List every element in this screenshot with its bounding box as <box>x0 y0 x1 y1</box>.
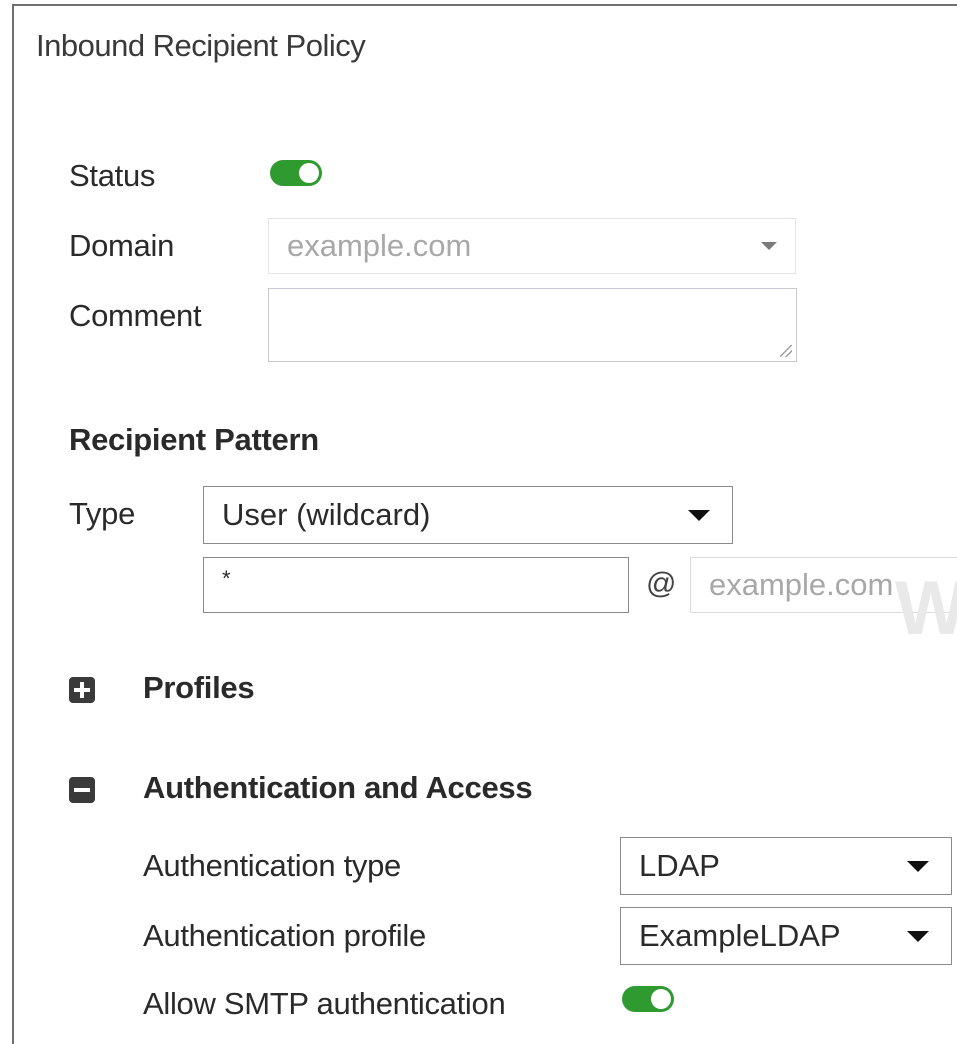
type-select[interactable]: User (wildcard) <box>203 486 733 544</box>
comment-textarea[interactable] <box>268 288 797 362</box>
status-toggle[interactable] <box>270 160 322 186</box>
smtp-auth-toggle[interactable] <box>622 986 674 1012</box>
domain-select[interactable]: example.com <box>268 218 796 274</box>
at-symbol: @ <box>646 567 677 600</box>
resize-handle-icon[interactable] <box>780 345 792 357</box>
minus-box-icon[interactable] <box>69 777 95 803</box>
chevron-down-icon <box>907 931 929 942</box>
auth-profile-select[interactable]: ExampleLDAP <box>620 907 952 965</box>
auth-type-select[interactable]: LDAP <box>620 837 952 895</box>
type-label: Type <box>69 496 136 531</box>
pattern-domain-value: example.com <box>709 567 894 602</box>
chevron-down-icon <box>688 510 710 521</box>
recipient-pattern-heading: Recipient Pattern <box>69 422 319 457</box>
auth-profile-value: ExampleLDAP <box>639 918 841 953</box>
user-pattern-input[interactable]: * <box>203 557 629 613</box>
auth-type-label: Authentication type <box>143 848 401 883</box>
auth-profile-label: Authentication profile <box>143 918 426 953</box>
profiles-section-toggle[interactable]: Profiles <box>143 670 255 706</box>
watermark: W <box>895 566 957 651</box>
comment-label: Comment <box>69 298 202 333</box>
panel-title: Inbound Recipient Policy <box>36 28 366 63</box>
smtp-auth-label: Allow SMTP authentication <box>143 986 506 1021</box>
domain-label: Domain <box>69 228 175 263</box>
plus-box-icon[interactable] <box>69 677 95 703</box>
status-label: Status <box>69 158 156 193</box>
toggle-knob <box>299 163 319 183</box>
chevron-down-icon <box>907 861 929 872</box>
chevron-down-icon <box>761 242 777 250</box>
user-pattern-value: * <box>222 566 231 591</box>
toggle-knob <box>651 989 671 1009</box>
domain-value: example.com <box>287 228 472 263</box>
type-value: User (wildcard) <box>222 497 431 532</box>
auth-section-toggle[interactable]: Authentication and Access <box>143 770 533 806</box>
auth-type-value: LDAP <box>639 848 720 883</box>
